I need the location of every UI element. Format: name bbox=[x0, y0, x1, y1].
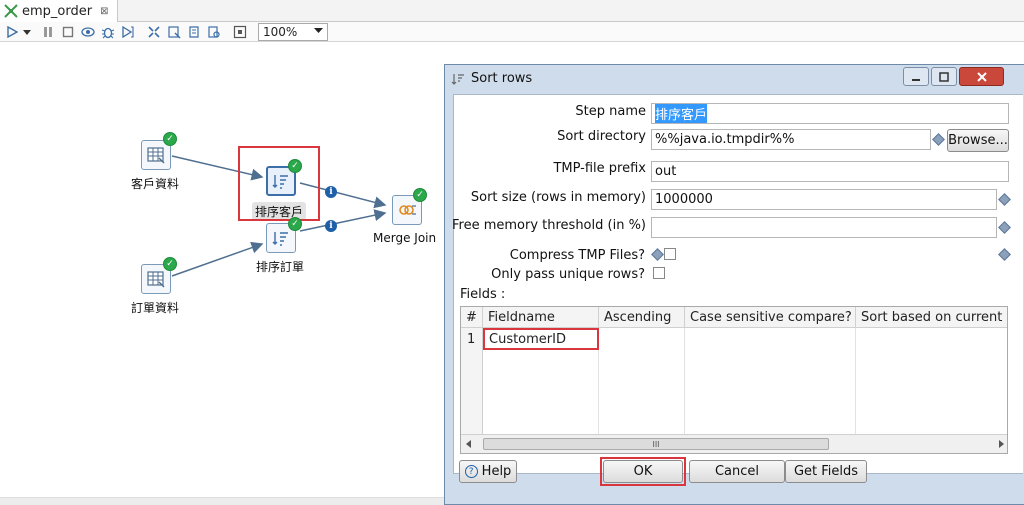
highlight-sort-customer bbox=[238, 146, 320, 221]
compress-checkbox[interactable] bbox=[664, 248, 676, 260]
scroll-left-icon[interactable] bbox=[465, 440, 473, 448]
column-header-num[interactable]: # bbox=[461, 307, 483, 328]
transformation-toolbar: 100% bbox=[0, 22, 1024, 42]
editor-tab-bar: emp_order ⊠ bbox=[0, 0, 1024, 22]
sort-size-label: Sort size (rows in memory) bbox=[470, 190, 646, 205]
variable-icon[interactable] bbox=[998, 193, 1011, 206]
info-icon[interactable]: i bbox=[325, 220, 337, 232]
help-label: Help bbox=[481, 464, 512, 479]
tab-title: emp_order bbox=[22, 3, 93, 19]
column-header-case[interactable]: Case sensitive compare? bbox=[685, 307, 856, 328]
replay-icon[interactable] bbox=[120, 24, 136, 40]
browse-button[interactable]: Browse... bbox=[947, 129, 1009, 152]
run-dropdown-icon[interactable] bbox=[22, 24, 32, 40]
merge-join-icon bbox=[399, 205, 416, 215]
tmp-prefix-field[interactable]: out bbox=[651, 161, 1009, 182]
minimize-button[interactable] bbox=[903, 67, 929, 86]
table-input-icon bbox=[147, 147, 165, 164]
variable-icon[interactable] bbox=[932, 133, 945, 146]
table-input-icon bbox=[147, 271, 165, 288]
sql-icon[interactable] bbox=[186, 24, 202, 40]
help-icon: ? bbox=[464, 465, 478, 478]
dialog-body: Step name 排序客戶 Sort directory %%java.io.… bbox=[451, 94, 1023, 474]
pause-icon[interactable] bbox=[40, 24, 56, 40]
tmp-prefix-label: TMP-file prefix bbox=[553, 161, 646, 176]
success-check-icon: ✓ bbox=[413, 188, 427, 202]
help-button[interactable]: ? Help bbox=[459, 460, 517, 483]
fields-label: Fields : bbox=[460, 287, 506, 302]
maximize-button[interactable] bbox=[931, 67, 957, 86]
sort-size-field[interactable]: 1000000 bbox=[651, 189, 997, 210]
stop-icon[interactable] bbox=[60, 24, 76, 40]
highlight-ok bbox=[600, 457, 686, 486]
sort-directory-field[interactable]: %%java.io.tmpdir%% bbox=[651, 129, 931, 150]
info-icon[interactable]: i bbox=[325, 186, 337, 198]
unique-rows-checkbox[interactable] bbox=[653, 267, 665, 279]
sort-rows-icon bbox=[272, 232, 288, 246]
hop-order-to-sort[interactable] bbox=[171, 241, 264, 277]
scroll-right-icon[interactable] bbox=[997, 440, 1005, 448]
step-label-order-data: 訂單資料 bbox=[131, 301, 180, 315]
variable-icon[interactable] bbox=[651, 248, 664, 261]
step-name-label: Step name bbox=[575, 104, 646, 119]
preview-icon[interactable] bbox=[80, 24, 96, 40]
free-memory-label: Free memory threshold (in %) bbox=[451, 218, 646, 233]
table-horizontal-scrollbar[interactable]: III bbox=[461, 434, 1007, 453]
column-header-locale[interactable]: Sort based on current loc bbox=[856, 307, 1007, 328]
tab-close-icon[interactable]: ⊠ bbox=[100, 6, 108, 17]
close-button[interactable] bbox=[959, 67, 1004, 86]
table-header: # Fieldname Ascending Case sensitive com… bbox=[461, 307, 1007, 328]
chevron-down-icon bbox=[314, 28, 323, 33]
close-icon bbox=[976, 71, 987, 82]
highlight-fieldname bbox=[483, 328, 599, 350]
dialog-title-bar: Sort rows bbox=[451, 71, 532, 86]
success-check-icon: ✓ bbox=[163, 132, 177, 146]
debug-icon[interactable] bbox=[100, 24, 116, 40]
step-label-merge-join: Merge Join bbox=[373, 231, 437, 245]
compress-label: Compress TMP Files? bbox=[509, 248, 645, 263]
tab-emp-order[interactable]: emp_order ⊠ bbox=[0, 0, 118, 22]
hop-lines bbox=[171, 155, 387, 277]
minimize-icon bbox=[912, 78, 920, 81]
unique-rows-label: Only pass unique rows? bbox=[491, 267, 645, 282]
cancel-button[interactable]: Cancel bbox=[689, 460, 785, 483]
step-label-sort-order: 排序訂單 bbox=[256, 260, 305, 274]
fields-table: # Fieldname Ascending Case sensitive com… bbox=[460, 306, 1008, 454]
row-number: 1 bbox=[467, 332, 476, 347]
impact-icon[interactable] bbox=[166, 24, 182, 40]
sort-directory-label: Sort directory bbox=[557, 129, 646, 144]
column-header-ascending[interactable]: Ascending bbox=[599, 307, 685, 328]
maximize-icon bbox=[939, 71, 949, 82]
transformation-icon bbox=[4, 4, 18, 18]
zoom-select[interactable]: 100% bbox=[258, 23, 328, 41]
step-name-value: 排序客戶 bbox=[655, 104, 708, 123]
sort-rows-icon bbox=[451, 73, 464, 85]
column-header-fieldname[interactable]: Fieldname bbox=[483, 307, 599, 328]
success-check-icon: ✓ bbox=[163, 257, 177, 271]
variable-icon[interactable] bbox=[998, 248, 1011, 261]
scroll-thumb[interactable]: III bbox=[483, 438, 829, 450]
dialog-title: Sort rows bbox=[471, 71, 533, 86]
step-name-field[interactable]: 排序客戶 bbox=[651, 103, 1009, 124]
zoom-value: 100% bbox=[263, 25, 298, 39]
variable-icon[interactable] bbox=[998, 221, 1011, 234]
free-memory-field[interactable] bbox=[651, 217, 997, 238]
verify-icon[interactable] bbox=[146, 24, 162, 40]
explore-db-icon[interactable] bbox=[206, 24, 222, 40]
sort-rows-dialog: Sort rows Step name 排序客戶 Sort directory … bbox=[444, 64, 1024, 505]
step-label-customer-data: 客戶資料 bbox=[131, 177, 180, 191]
run-icon[interactable] bbox=[4, 24, 20, 40]
spoon-window: emp_order ⊠ 100% ✓ 客戶資料 ✓ 排序客戶 i i ✓ 排序訂… bbox=[0, 0, 1024, 505]
case-column bbox=[685, 328, 856, 434]
show-results-icon[interactable] bbox=[232, 24, 248, 40]
success-check-icon: ✓ bbox=[288, 217, 302, 231]
get-fields-button[interactable]: Get Fields bbox=[785, 460, 867, 483]
ascending-column bbox=[599, 328, 685, 434]
